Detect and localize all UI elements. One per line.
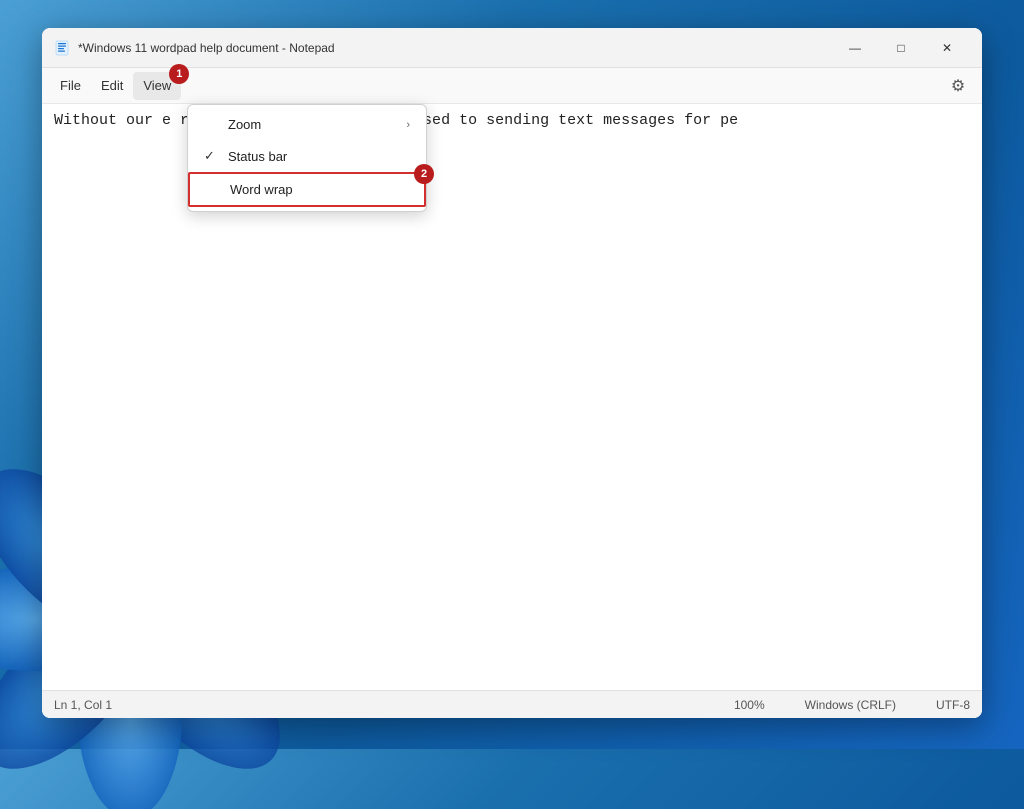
view-dropdown-menu: Zoom › ✓ Status bar Word wrap 2 <box>187 104 427 212</box>
status-bar-label: Status bar <box>228 149 287 164</box>
zoom-label: Zoom <box>228 117 261 132</box>
status-right-section: 100% Windows (CRLF) UTF-8 <box>734 698 970 712</box>
encoding: UTF-8 <box>936 698 970 712</box>
status-bar-check: ✓ <box>204 148 220 164</box>
window-title: *Windows 11 wordpad help document - Note… <box>78 41 832 55</box>
maximize-button[interactable]: □ <box>878 32 924 64</box>
notepad-window: *Windows 11 wordpad help document - Note… <box>42 28 982 718</box>
title-bar: *Windows 11 wordpad help document - Note… <box>42 28 982 68</box>
zoom-arrow-icon: › <box>406 119 410 131</box>
word-wrap-menu-item[interactable]: Word wrap 2 <box>188 172 426 207</box>
line-ending: Windows (CRLF) <box>805 698 896 712</box>
word-wrap-badge: 2 <box>414 164 434 184</box>
file-menu[interactable]: File <box>50 72 91 100</box>
window-controls: — □ ✕ <box>832 32 970 64</box>
minimize-button[interactable]: — <box>832 32 878 64</box>
cursor-position: Ln 1, Col 1 <box>54 698 112 712</box>
file-menu-wrapper: File <box>50 72 91 100</box>
view-menu-wrapper: View 1 <box>133 72 181 100</box>
edit-menu-wrapper: Edit <box>91 72 133 100</box>
zoom-level: 100% <box>734 698 765 712</box>
editor-area[interactable]: Without our e remotely. Some people are … <box>42 104 982 690</box>
zoom-menu-item[interactable]: Zoom › <box>188 109 426 140</box>
status-bar-menu-item[interactable]: ✓ Status bar <box>188 140 426 172</box>
view-menu[interactable]: View <box>133 72 181 100</box>
edit-menu[interactable]: Edit <box>91 72 133 100</box>
notepad-app-icon <box>54 40 70 56</box>
close-button[interactable]: ✕ <box>924 32 970 64</box>
status-bar: Ln 1, Col 1 100% Windows (CRLF) UTF-8 <box>42 690 982 718</box>
word-wrap-label: Word wrap <box>230 182 293 197</box>
settings-button[interactable]: ⚙ <box>942 70 974 102</box>
menu-bar: File Edit View 1 ⚙ Zoom › ✓ Status bar W… <box>42 68 982 104</box>
